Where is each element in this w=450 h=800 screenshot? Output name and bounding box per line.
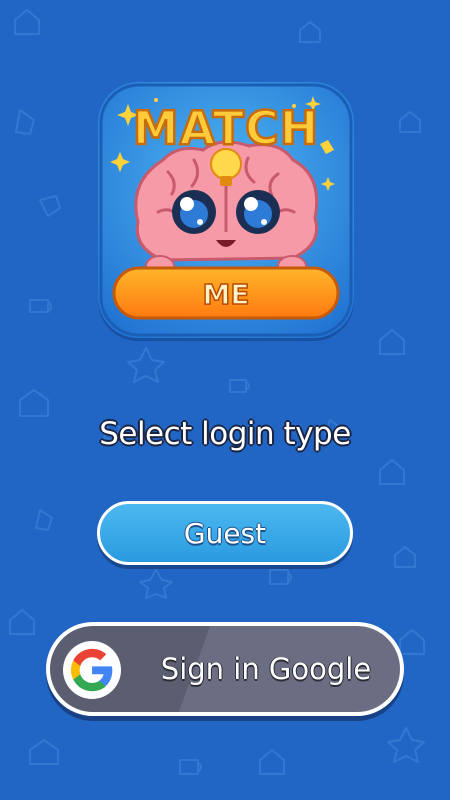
logo-subtitle: ME [203, 278, 250, 311]
guest-login-button[interactable]: Guest [97, 501, 353, 565]
google-button-label: Sign in Google [160, 652, 372, 686]
logo-title: MATCH [133, 101, 319, 155]
google-g-icon [63, 641, 121, 699]
guest-button-label: Guest [183, 516, 267, 550]
google-signin-button[interactable]: Sign in Google [46, 622, 404, 716]
app-logo: ME MATCH [98, 82, 354, 338]
login-type-heading: Select login type [99, 416, 351, 452]
